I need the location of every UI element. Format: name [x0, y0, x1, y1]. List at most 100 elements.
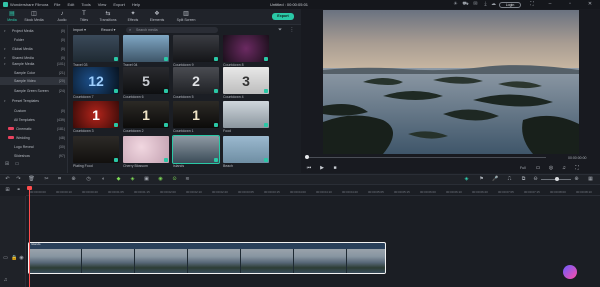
message-icon[interactable]: ✉: [472, 1, 479, 8]
media-thumbnail[interactable]: [223, 35, 269, 62]
marker-icon[interactable]: ⚑: [478, 176, 485, 183]
import-dropdown[interactable]: Import ▾: [73, 27, 95, 33]
add-track-icon[interactable]: ⊞: [4, 187, 11, 194]
speed-icon[interactable]: ◷: [85, 176, 92, 183]
download-icon[interactable]: [164, 89, 168, 93]
sidebar-item[interactable]: ▾ Sample Media (101): [0, 60, 68, 68]
chevron-down-icon[interactable]: ▾: [4, 97, 6, 105]
render-icon[interactable]: ◈: [463, 176, 470, 183]
menu-export[interactable]: Export: [113, 2, 125, 7]
cut-icon[interactable]: ✂: [43, 176, 50, 183]
download-icon[interactable]: [214, 89, 218, 93]
ai-assistant-icon[interactable]: [563, 265, 577, 279]
sidebar-item[interactable]: Logo Reveal (30): [0, 143, 68, 151]
tab-split-screen[interactable]: ▥ Split Screen: [175, 10, 197, 24]
minimize-icon[interactable]: –: [546, 1, 554, 8]
media-thumbnail[interactable]: [73, 136, 119, 163]
media-thumbnail[interactable]: [123, 35, 169, 62]
monitor-icon[interactable]: ▭: [534, 165, 542, 171]
shopping-cart-icon[interactable]: ⛟: [462, 1, 469, 8]
timeline-ruler[interactable]: 00:00:00:00 00:00:00:10 00:00:00:20 00:00:0…: [26, 186, 600, 196]
menu-tools[interactable]: Tools: [81, 2, 90, 7]
volume-icon[interactable]: ♫: [560, 165, 568, 171]
download-icon[interactable]: [164, 123, 168, 127]
redo-icon[interactable]: ↷: [15, 176, 22, 183]
preview-scrub-bar[interactable]: [306, 157, 546, 158]
silence-detection-icon[interactable]: ◉: [157, 176, 164, 183]
snapshot-icon[interactable]: ◎: [547, 165, 555, 171]
menu-help[interactable]: Help: [132, 2, 140, 7]
media-thumbnail[interactable]: 1: [173, 101, 219, 128]
fullscreen-icon[interactable]: ⛶: [528, 1, 536, 8]
media-thumbnail[interactable]: 1: [73, 101, 119, 128]
export-button[interactable]: Export: [272, 13, 294, 20]
media-item[interactable]: 3 Countdown 4: [223, 67, 269, 99]
auto-reframe-icon[interactable]: ⊙: [171, 176, 178, 183]
download-icon[interactable]: [164, 57, 168, 61]
sidebar-item[interactable]: ▾ Global Media (0): [0, 45, 68, 53]
cloud-icon[interactable]: ☁: [490, 1, 497, 8]
scrub-handle[interactable]: [305, 155, 309, 159]
keyframe-icon[interactable]: ◆: [115, 176, 122, 183]
sidebar-item[interactable]: Folder (0): [0, 36, 68, 44]
motion-tracking-icon[interactable]: ◈: [129, 176, 136, 183]
folder-icon[interactable]: ▭: [14, 161, 20, 167]
media-thumbnail[interactable]: 12: [73, 67, 119, 94]
login-button[interactable]: Login: [499, 1, 521, 8]
download-icon[interactable]: [214, 57, 218, 61]
tab-media[interactable]: ▤ Media: [1, 10, 23, 24]
download-icon[interactable]: [164, 158, 168, 162]
media-item[interactable]: 1 Countdown 1: [173, 101, 219, 133]
download-icon[interactable]: [114, 123, 118, 127]
media-item[interactable]: Cherry Blossom: [123, 136, 169, 168]
tab-elements[interactable]: ❖ Elements: [146, 10, 168, 24]
quality-select[interactable]: Full: [520, 166, 526, 170]
media-thumbnail[interactable]: [223, 101, 269, 128]
undo-icon[interactable]: ↶: [4, 176, 11, 183]
media-item[interactable]: 5 Countdown 6: [123, 67, 169, 99]
download-icon[interactable]: [114, 57, 118, 61]
media-item[interactable]: 1 Countdown 2: [123, 101, 169, 133]
green-screen-icon[interactable]: ▣: [143, 176, 150, 183]
zoom-icon[interactable]: ⊕: [70, 176, 77, 183]
menu-file[interactable]: File: [54, 2, 60, 7]
chevron-down-icon[interactable]: ▾: [4, 45, 6, 53]
video-preview[interactable]: [323, 10, 579, 154]
media-thumbnail[interactable]: [173, 35, 219, 62]
sidebar-item[interactable]: Cinematic (181): [0, 125, 68, 133]
record-dropdown[interactable]: Record ▾: [101, 27, 123, 33]
download-icon[interactable]: [264, 158, 268, 162]
link-icon[interactable]: ⚭: [15, 187, 22, 194]
lightbulb-icon[interactable]: ☀: [452, 1, 459, 8]
color-icon[interactable]: ◐: [100, 176, 107, 183]
delete-icon[interactable]: 🗑: [28, 176, 35, 183]
sidebar-item[interactable]: Custom (0): [0, 107, 68, 115]
chevron-down-icon[interactable]: ▾: [4, 27, 6, 35]
mix-icon[interactable]: ⎍: [506, 176, 513, 183]
chevron-down-icon[interactable]: ▾: [4, 60, 6, 68]
sidebar-item[interactable]: Sample Video (20): [0, 77, 68, 85]
sidebar-item[interactable]: Sample Green Screen (24): [0, 87, 68, 95]
media-item[interactable]: 12 Countdown 7: [73, 67, 119, 99]
media-thumbnail[interactable]: 1: [123, 101, 169, 128]
menu-view[interactable]: View: [98, 2, 107, 7]
close-icon[interactable]: ✕: [586, 1, 594, 8]
media-thumbnail[interactable]: [73, 35, 119, 62]
media-thumbnail[interactable]: [172, 135, 220, 164]
media-item[interactable]: Countdown 8: [223, 35, 269, 67]
media-item[interactable]: Plating Food: [73, 136, 119, 168]
sidebar-item[interactable]: ▾ Preset Templates: [0, 97, 68, 105]
zoom-slider-handle[interactable]: [555, 177, 559, 181]
download-icon[interactable]: [114, 158, 118, 162]
sidebar-item[interactable]: All Templates (439): [0, 116, 68, 124]
search-input[interactable]: ⌕ Search media: [126, 27, 218, 33]
media-thumbnail[interactable]: 2: [173, 67, 219, 94]
sidebar-item[interactable]: Sample Color (21): [0, 69, 68, 77]
media-item[interactable]: Beach: [223, 136, 269, 168]
download-icon[interactable]: [264, 123, 268, 127]
fit-timeline-icon[interactable]: ▦: [587, 176, 594, 183]
voiceover-icon[interactable]: 🎤: [492, 176, 499, 183]
timeline-clip[interactable]: [28, 242, 386, 274]
new-folder-icon[interactable]: ⊞: [4, 161, 10, 167]
download-icon[interactable]: [264, 57, 268, 61]
